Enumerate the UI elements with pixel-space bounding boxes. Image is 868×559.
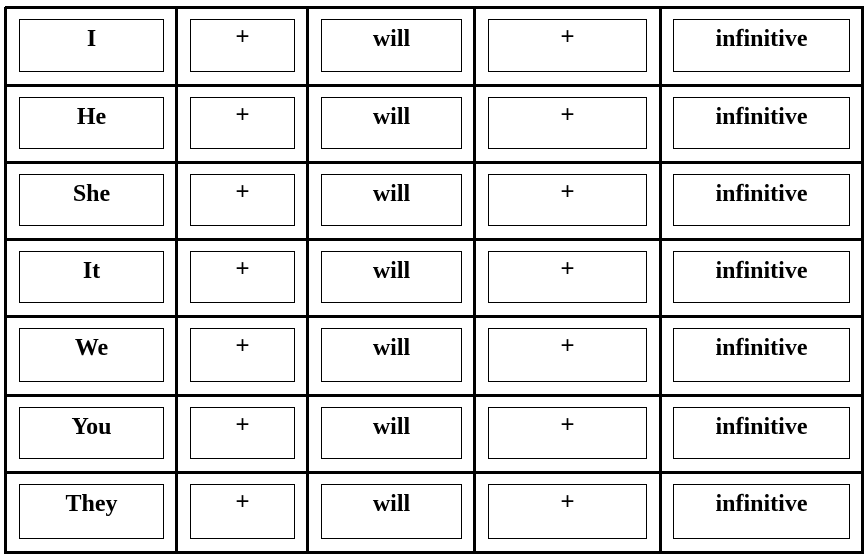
plus-sign-cell: + xyxy=(488,251,647,303)
auxiliary-cell: will xyxy=(321,19,462,72)
infinitive-text: infinitive xyxy=(715,104,808,130)
infinitive-text: infinitive xyxy=(715,181,808,207)
infinitive-text: infinitive xyxy=(715,491,808,517)
auxiliary-cell: will xyxy=(321,407,462,459)
plus-sign-cell: + xyxy=(190,328,295,382)
plus-sign-cell: + xyxy=(190,19,295,72)
table-rule-horizontal xyxy=(5,84,864,87)
plus-sign-cell: + xyxy=(488,328,647,382)
infinitive-cell: infinitive xyxy=(673,407,850,459)
infinitive-cell: infinitive xyxy=(673,484,850,539)
table-rule-horizontal xyxy=(5,161,864,164)
infinitive-cell: infinitive xyxy=(673,174,850,226)
infinitive-text: infinitive xyxy=(715,258,808,284)
auxiliary-text: will xyxy=(372,26,411,52)
subject-text: They xyxy=(65,491,118,517)
auxiliary-text: will xyxy=(372,181,411,207)
auxiliary-cell: will xyxy=(321,328,462,382)
subject-cell: It xyxy=(19,251,164,303)
subject-text: We xyxy=(74,335,109,361)
table-rule-vertical xyxy=(306,7,309,554)
plus-sign-text: + xyxy=(235,101,250,128)
subject-cell: She xyxy=(19,174,164,226)
table-rule-horizontal xyxy=(5,6,864,9)
infinitive-text: infinitive xyxy=(715,335,808,361)
plus-sign-text: + xyxy=(235,332,250,359)
plus-sign-cell: + xyxy=(190,407,295,459)
plus-sign-text: + xyxy=(560,488,575,515)
plus-sign-text: + xyxy=(235,23,250,50)
plus-sign-cell: + xyxy=(488,19,647,72)
plus-sign-text: + xyxy=(560,101,575,128)
subject-cell: We xyxy=(19,328,164,382)
subject-text: It xyxy=(82,258,101,284)
table-rule-vertical xyxy=(861,7,864,554)
plus-sign-text: + xyxy=(560,178,575,205)
auxiliary-text: will xyxy=(372,104,411,130)
plus-sign-text: + xyxy=(560,255,575,282)
table-rule-vertical xyxy=(659,7,662,554)
infinitive-cell: infinitive xyxy=(673,251,850,303)
auxiliary-cell: will xyxy=(321,484,462,539)
table-rule-vertical xyxy=(175,7,178,554)
plus-sign-cell: + xyxy=(190,484,295,539)
plus-sign-text: + xyxy=(235,255,250,282)
auxiliary-text: will xyxy=(372,335,411,361)
plus-sign-text: + xyxy=(235,411,250,438)
auxiliary-text: will xyxy=(372,414,411,440)
auxiliary-cell: will xyxy=(321,97,462,149)
table-rule-vertical xyxy=(4,7,7,554)
plus-sign-cell: + xyxy=(488,407,647,459)
subject-text: You xyxy=(71,414,112,440)
plus-sign-text: + xyxy=(235,178,250,205)
auxiliary-text: will xyxy=(372,258,411,284)
plus-sign-cell: + xyxy=(488,484,647,539)
auxiliary-cell: will xyxy=(321,174,462,226)
infinitive-cell: infinitive xyxy=(673,19,850,72)
infinitive-cell: infinitive xyxy=(673,97,850,149)
infinitive-cell: infinitive xyxy=(673,328,850,382)
plus-sign-text: + xyxy=(560,23,575,50)
plus-sign-text: + xyxy=(560,411,575,438)
subject-cell: I xyxy=(19,19,164,72)
subject-text: She xyxy=(72,181,111,207)
conjugation-table: I + will + infinitive He + will + infinitive She + w… xyxy=(0,0,868,559)
table-rule-horizontal xyxy=(5,394,864,397)
subject-cell: You xyxy=(19,407,164,459)
plus-sign-cell: + xyxy=(190,97,295,149)
table-rule-horizontal xyxy=(5,551,864,554)
plus-sign-cell: + xyxy=(190,251,295,303)
subject-cell: They xyxy=(19,484,164,539)
plus-sign-text: + xyxy=(235,488,250,515)
auxiliary-text: will xyxy=(372,491,411,517)
table-rule-horizontal xyxy=(5,315,864,318)
plus-sign-text: + xyxy=(560,332,575,359)
plus-sign-cell: + xyxy=(488,97,647,149)
table-rule-horizontal xyxy=(5,471,864,474)
subject-text: I xyxy=(86,26,97,52)
table-rule-horizontal xyxy=(5,238,864,241)
table-rule-vertical xyxy=(473,7,476,554)
subject-text: He xyxy=(76,104,107,130)
infinitive-text: infinitive xyxy=(715,414,808,440)
auxiliary-cell: will xyxy=(321,251,462,303)
plus-sign-cell: + xyxy=(190,174,295,226)
subject-cell: He xyxy=(19,97,164,149)
plus-sign-cell: + xyxy=(488,174,647,226)
infinitive-text: infinitive xyxy=(715,26,808,52)
